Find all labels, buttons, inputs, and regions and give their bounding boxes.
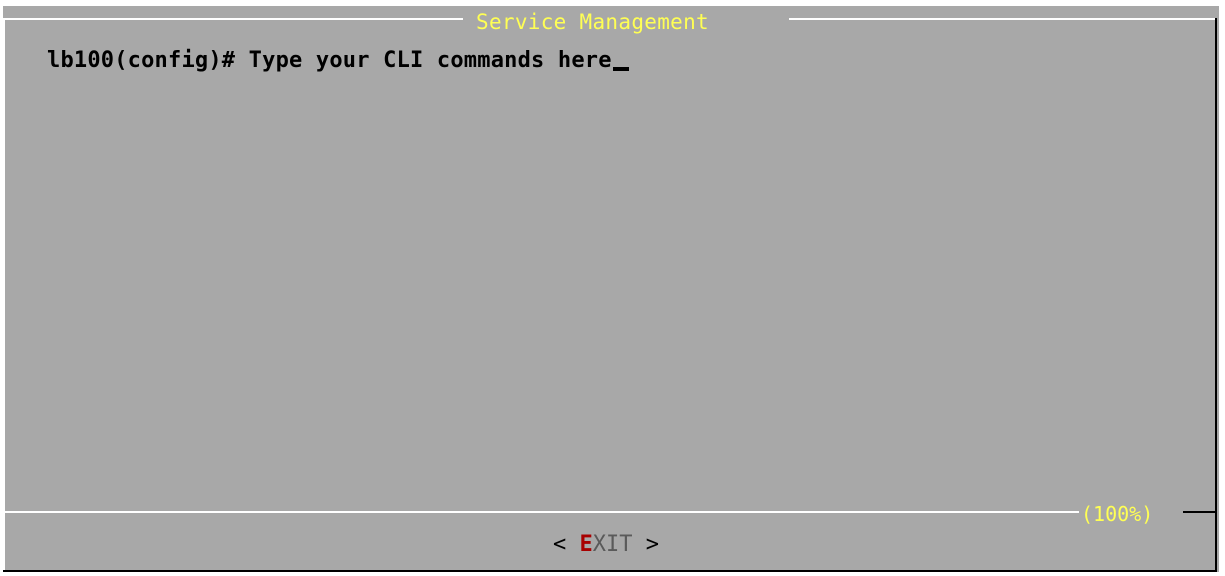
exit-button[interactable]: < EXIT > bbox=[553, 531, 659, 559]
frame-top-left bbox=[3, 18, 463, 20]
frame-bottom bbox=[3, 570, 1217, 572]
terminal-area[interactable]: lb100(config)# Type your CLI commands he… bbox=[47, 48, 1197, 498]
scroll-percent-indicator: (100%) bbox=[1079, 502, 1156, 526]
frame-left bbox=[3, 18, 5, 570]
exit-label-rest: XIT bbox=[592, 532, 633, 557]
frame-top-right bbox=[789, 18, 1217, 20]
exit-right-bracket: > bbox=[645, 532, 659, 557]
exit-left-bracket: < bbox=[553, 532, 567, 557]
cli-prompt-text: lb100(config)# Type your CLI commands he… bbox=[47, 48, 612, 73]
exit-hotkey: E bbox=[579, 532, 593, 557]
service-management-dialog: Service Management lb100(config)# Type y… bbox=[3, 6, 1219, 572]
text-cursor bbox=[612, 67, 629, 71]
dialog-title: Service Management bbox=[468, 10, 717, 34]
separator-left bbox=[3, 511, 1079, 513]
frame-right bbox=[1215, 18, 1217, 572]
separator-right bbox=[1183, 511, 1217, 513]
cli-prompt-line[interactable]: lb100(config)# Type your CLI commands he… bbox=[47, 48, 1197, 74]
